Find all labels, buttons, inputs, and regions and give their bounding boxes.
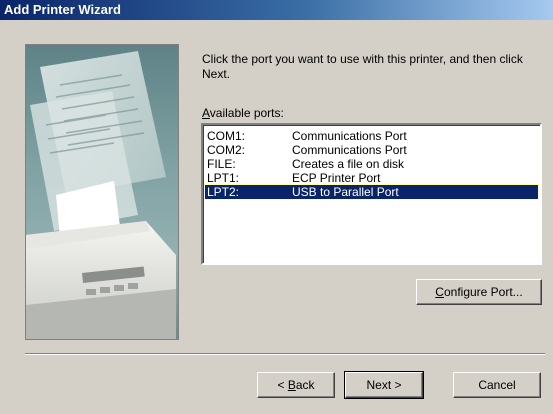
ports-label-accelerator: A [202,106,210,120]
printer-image-icon [26,51,176,339]
cancel-label: Cancel [478,378,516,392]
port-name: COM2: [207,143,246,157]
port-description: USB to Parallel Port [292,185,399,199]
add-printer-wizard-window: Add Printer Wizard Click the port you wa… [0,0,553,414]
configure-label: onfigure Port... [443,285,523,299]
port-name: LPT1: [207,171,240,185]
next-label: Next > [366,378,402,392]
port-row-lpt1[interactable]: LPT1: ECP Printer Port [205,171,538,185]
port-description: ECP Printer Port [292,171,381,185]
available-ports-listbox[interactable]: COM1: Communications Port COM2: Communic… [201,123,542,265]
window-title: Add Printer Wizard [4,2,121,17]
configure-port-button[interactable]: Configure Port... [416,279,542,305]
port-description: Communications Port [292,143,407,157]
button-separator [25,353,545,355]
back-prefix: < [277,378,288,392]
port-description: Communications Port [292,129,407,143]
back-label: ack [295,378,315,392]
port-description: Creates a file on disk [292,157,405,171]
port-name: COM1: [207,129,246,143]
port-list: COM1: Communications Port COM2: Communic… [203,125,540,200]
port-row-com2[interactable]: COM2: Communications Port [205,143,538,157]
instruction-text: Click the port you want to use with this… [202,52,523,81]
title-bar[interactable]: Add Printer Wizard [0,0,553,20]
ports-label-text: vailable ports: [209,106,284,120]
port-row-lpt2[interactable]: LPT2: USB to Parallel Port [204,184,539,200]
back-accelerator: B [287,378,296,392]
port-name: FILE: [207,157,236,171]
next-button[interactable]: Next > [344,371,424,399]
back-button[interactable]: < Back [257,372,335,398]
configure-accelerator: C [435,285,444,299]
available-ports-label: Available ports: [202,106,284,120]
cancel-button[interactable]: Cancel [453,372,541,398]
port-row-com1[interactable]: COM1: Communications Port [205,129,538,143]
port-name: LPT2: [207,185,240,199]
port-row-file[interactable]: FILE: Creates a file on disk [205,157,538,171]
wizard-printer-illustration [25,44,179,340]
